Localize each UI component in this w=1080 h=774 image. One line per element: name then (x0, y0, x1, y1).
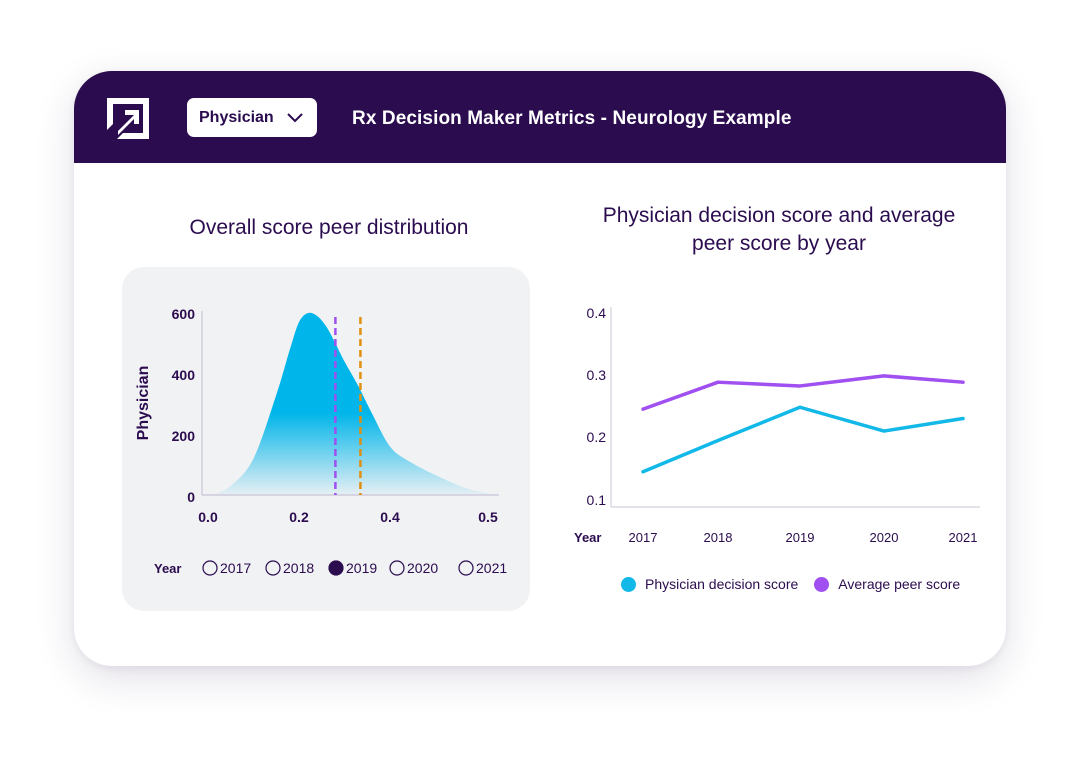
data-point (798, 384, 802, 388)
data-point (716, 380, 720, 384)
y-tick-label: 0.2 (587, 429, 607, 445)
data-point (641, 470, 645, 474)
x-tick-label: 2021 (949, 530, 978, 545)
line-chart-legend: Physician decision score Average peer sc… (621, 576, 976, 592)
data-point (961, 417, 965, 421)
legend-swatch (814, 576, 830, 592)
y-tick-label: 0.1 (587, 492, 607, 508)
x-tick-label: 2017 (629, 530, 658, 545)
data-point (716, 438, 720, 442)
physician-decision-score-line (641, 405, 965, 474)
legend-label: Average peer score (838, 576, 961, 592)
legend-swatch (621, 576, 636, 592)
x-tick-label: 2018 (704, 530, 733, 545)
x-tick-label: 2020 (870, 530, 899, 545)
x-axis-label: Year (574, 530, 601, 545)
data-point (798, 405, 802, 409)
legend-label: Physician decision score (645, 576, 799, 592)
data-point (961, 380, 965, 384)
average-peer-score-line (641, 374, 965, 411)
x-tick-label: 2019 (786, 530, 815, 545)
y-tick-label: 0.4 (587, 305, 607, 321)
y-tick-label: 0.3 (587, 367, 607, 383)
data-point (882, 429, 886, 433)
data-point (882, 374, 886, 378)
data-point (641, 407, 645, 411)
legend-item-peer-score[interactable]: Average peer score (814, 576, 960, 592)
legend-item-physician-score[interactable]: Physician decision score (621, 576, 798, 592)
dashboard-card: Physician Rx Decision Maker Metrics - Ne… (74, 71, 1006, 666)
